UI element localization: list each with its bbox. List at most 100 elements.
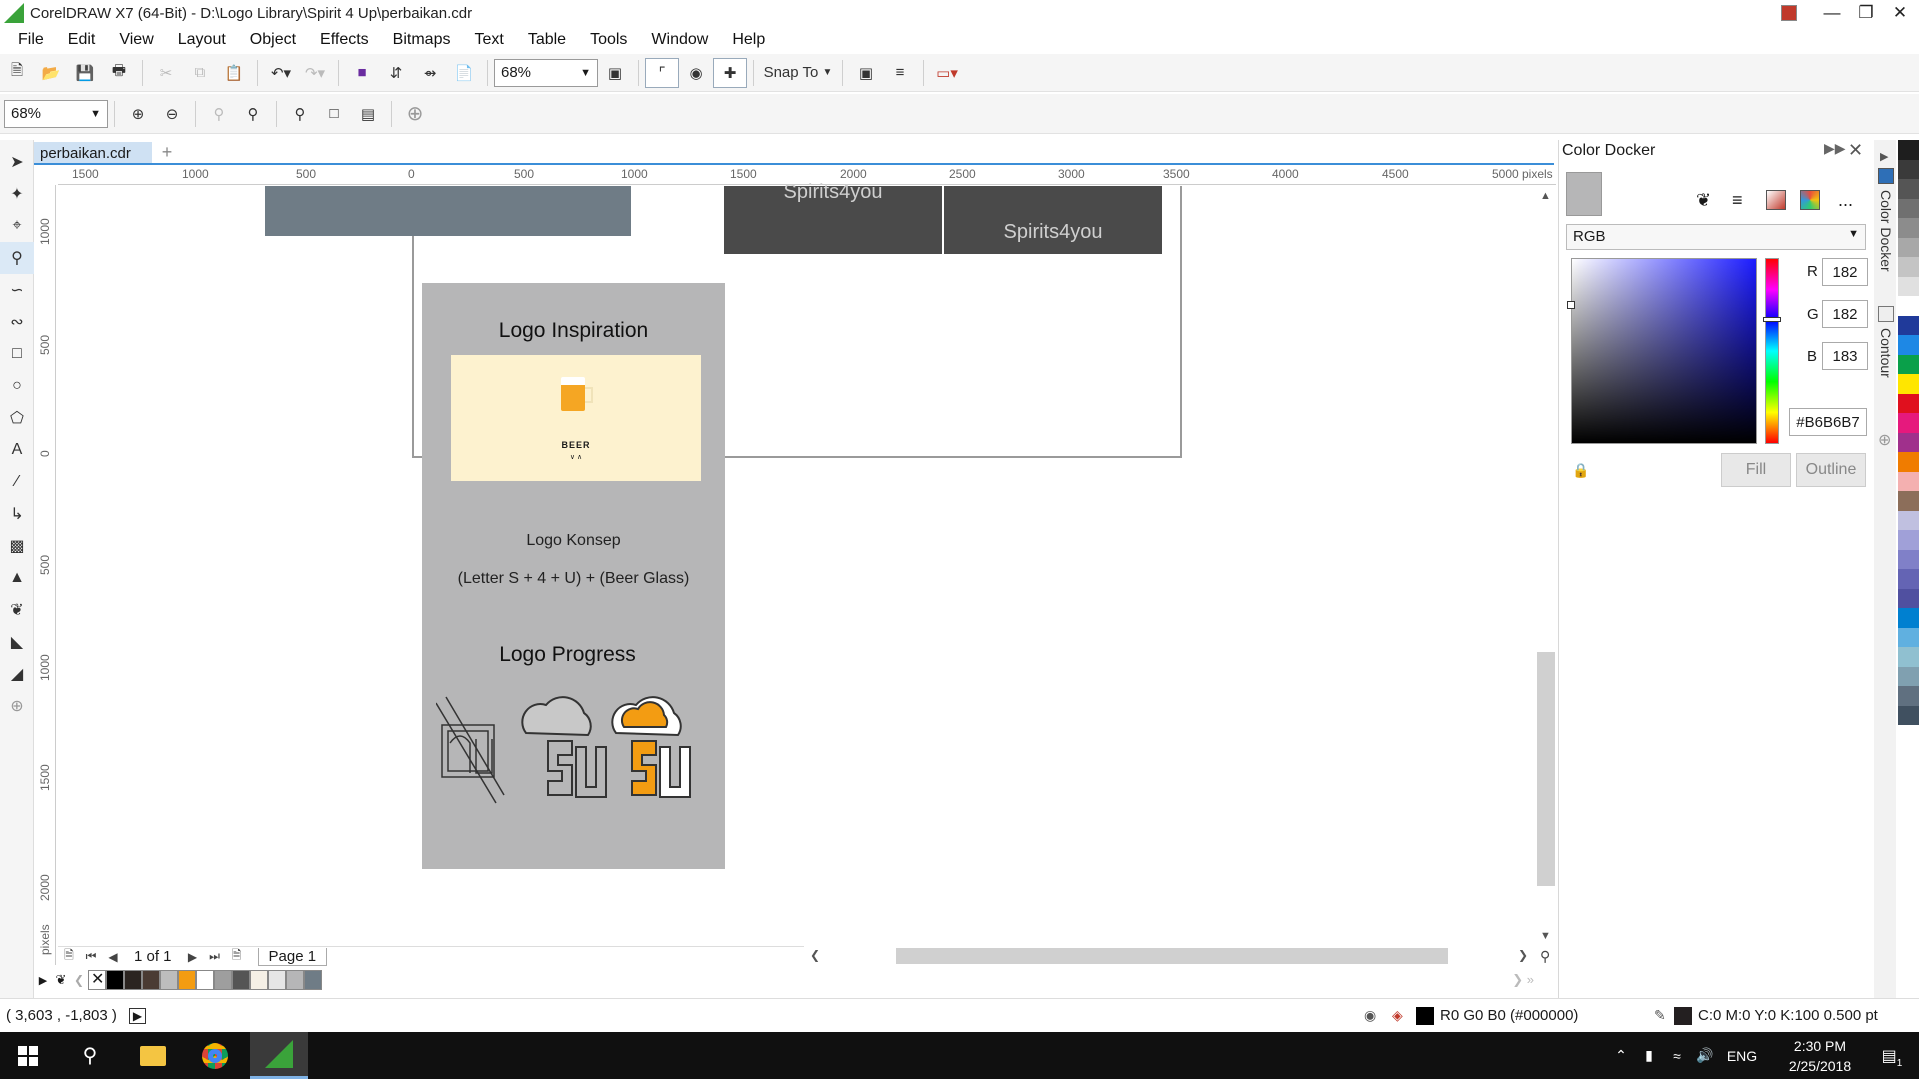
palette-swatch[interactable] [286,970,304,990]
palette-swatch[interactable] [124,970,142,990]
palette-color[interactable] [1898,374,1919,394]
next-page-icon[interactable]: ▶ [182,950,204,964]
options-icon[interactable]: ▣ [849,58,883,88]
maximize-button[interactable]: ❐ [1849,0,1883,26]
save-icon[interactable]: 💾 [68,58,102,88]
menu-object[interactable]: Object [238,31,308,49]
palette-swatch[interactable] [214,970,232,990]
outline-button[interactable]: Outline [1796,453,1866,487]
vertical-scroll-thumb[interactable] [1537,652,1555,886]
palette-swatch[interactable] [268,970,286,990]
menu-view[interactable]: View [107,31,165,49]
tab-color-docker[interactable]: Color Docker [1878,190,1894,272]
full-screen-preview-icon[interactable]: ▣ [598,58,632,88]
volume-icon[interactable]: 🔊 [1692,1032,1718,1079]
palette-swatch[interactable] [142,970,160,990]
docker-collapse-icon[interactable]: ▶▶ [1824,140,1846,157]
show-hidden-icons-icon[interactable]: ⌃ [1608,1032,1634,1079]
palette-color[interactable] [1898,179,1919,199]
close-button[interactable]: ✕ [1883,0,1917,26]
chrome-icon[interactable] [190,1032,240,1079]
outline-color-swatch[interactable] [1674,1006,1692,1025]
palette-color[interactable] [1898,140,1919,160]
palette-color[interactable] [1898,198,1919,218]
eyedropper-icon[interactable]: ❦ [1696,190,1711,211]
scroll-down-icon[interactable]: ▼ [1540,930,1551,942]
new-document-icon[interactable]: 🗎 [0,58,34,88]
show-rulers-icon[interactable]: ⌜ [645,57,679,88]
more-options-icon[interactable]: ... [1838,190,1853,211]
palette-color[interactable] [1898,218,1919,238]
pick-tool-icon[interactable]: ➤ [0,146,34,178]
add-page-before-icon[interactable]: 🗎 [58,946,80,967]
g-value-input[interactable]: 182 [1822,300,1868,328]
battery-icon[interactable]: ▮ [1636,1032,1662,1079]
publish-pdf-icon[interactable]: 📄 [447,58,481,88]
palette-swatch[interactable] [232,970,250,990]
zoom-to-page-height-icon[interactable]: ▤ [351,99,385,129]
add-page-after-icon[interactable]: 🗎 [226,946,248,967]
import-icon[interactable]: ⇵ [379,58,413,88]
palette-scroll-right-icon[interactable]: ❯ » [1512,972,1534,988]
palette-color[interactable] [1898,237,1919,257]
no-color-swatch[interactable]: ✕ [88,970,106,990]
palette-swatch[interactable] [304,970,322,990]
contour-tab-icon[interactable] [1878,306,1894,322]
tab-contour[interactable]: Contour [1878,328,1894,378]
palette-color[interactable] [1898,666,1919,686]
color-eyedropper-icon[interactable]: ❦ [0,594,34,626]
hue-slider[interactable] [1763,258,1781,444]
palette-color[interactable] [1898,608,1919,628]
r-value-input[interactable]: 182 [1822,258,1868,286]
cut-icon[interactable]: ✂ [149,58,183,88]
coreldraw-taskbar-icon[interactable] [250,1032,308,1079]
palette-color[interactable] [1898,335,1919,355]
zoom-to-page-width-icon[interactable]: □ [317,99,351,129]
wifi-icon[interactable]: ≈ [1664,1032,1690,1079]
search-icon[interactable]: ⚲ [66,1032,114,1079]
drop-shadow-icon[interactable]: ▩ [0,530,34,562]
palette-swatch[interactable] [106,970,124,990]
logo-presentation-panel[interactable]: Logo Inspiration BEER ∨ ∧ Logo Konsep (L… [422,283,725,869]
hex-value-input[interactable]: #B6B6B7 [1789,408,1867,436]
rectangle-tool-icon[interactable]: □ [0,338,34,370]
shape-tool-icon[interactable]: ✦ [0,178,34,210]
print-icon[interactable]: 🖶 [102,58,136,88]
user-icon[interactable] [1772,0,1806,26]
redo-icon[interactable]: ↷▾ [298,58,332,88]
color-viewers-icon[interactable] [1766,190,1786,210]
file-explorer-icon[interactable] [128,1032,178,1079]
welcome-screen-icon[interactable]: ▭▾ [930,58,964,88]
add-tool-icon[interactable]: ⊕ [0,690,34,722]
docker-close-icon[interactable]: ✕ [1848,140,1863,161]
add-icon[interactable]: ⊕ [398,99,432,129]
palette-color[interactable] [1898,627,1919,647]
eyedropper-icon[interactable]: ❦ [52,972,70,988]
new-tab-icon[interactable]: + [156,142,178,164]
smart-fill-icon[interactable]: ◢ [0,658,34,690]
crop-tool-icon[interactable]: ⌖ [0,210,34,242]
palette-color[interactable] [1898,315,1919,335]
picker-handle[interactable] [1567,301,1575,309]
palette-color[interactable] [1898,354,1919,374]
palette-color[interactable] [1898,296,1919,316]
zoom-to-all-objects-icon[interactable]: ⚲ [236,99,270,129]
palette-scroll-left-icon[interactable]: ❮ [70,973,88,987]
search-content-icon[interactable]: ■ [345,58,379,88]
zoom-to-selected-icon[interactable]: ⚲ [202,99,236,129]
connector-tool-icon[interactable]: ↳ [0,498,34,530]
palette-color[interactable] [1898,452,1919,472]
palette-color[interactable] [1898,549,1919,569]
vertical-ruler[interactable]: 1000 500 0 500 1000 1500 2000 pixels [34,185,56,965]
scroll-right-icon[interactable]: ❯ [1518,948,1528,962]
palette-color[interactable] [1898,686,1919,706]
previous-page-icon[interactable]: ◀ [102,950,124,964]
action-center-icon[interactable]: ▤ 1 [1872,1032,1912,1079]
export-icon[interactable]: ⇴ [413,58,447,88]
palette-color[interactable] [1898,705,1919,725]
show-guidelines-icon[interactable]: ✚ [713,57,747,88]
lock-icon[interactable]: 🔒 [1572,462,1589,479]
copy-icon[interactable]: ⧉ [183,58,217,88]
last-page-icon[interactable]: ⏭ [204,949,226,964]
palette-color[interactable] [1898,569,1919,589]
